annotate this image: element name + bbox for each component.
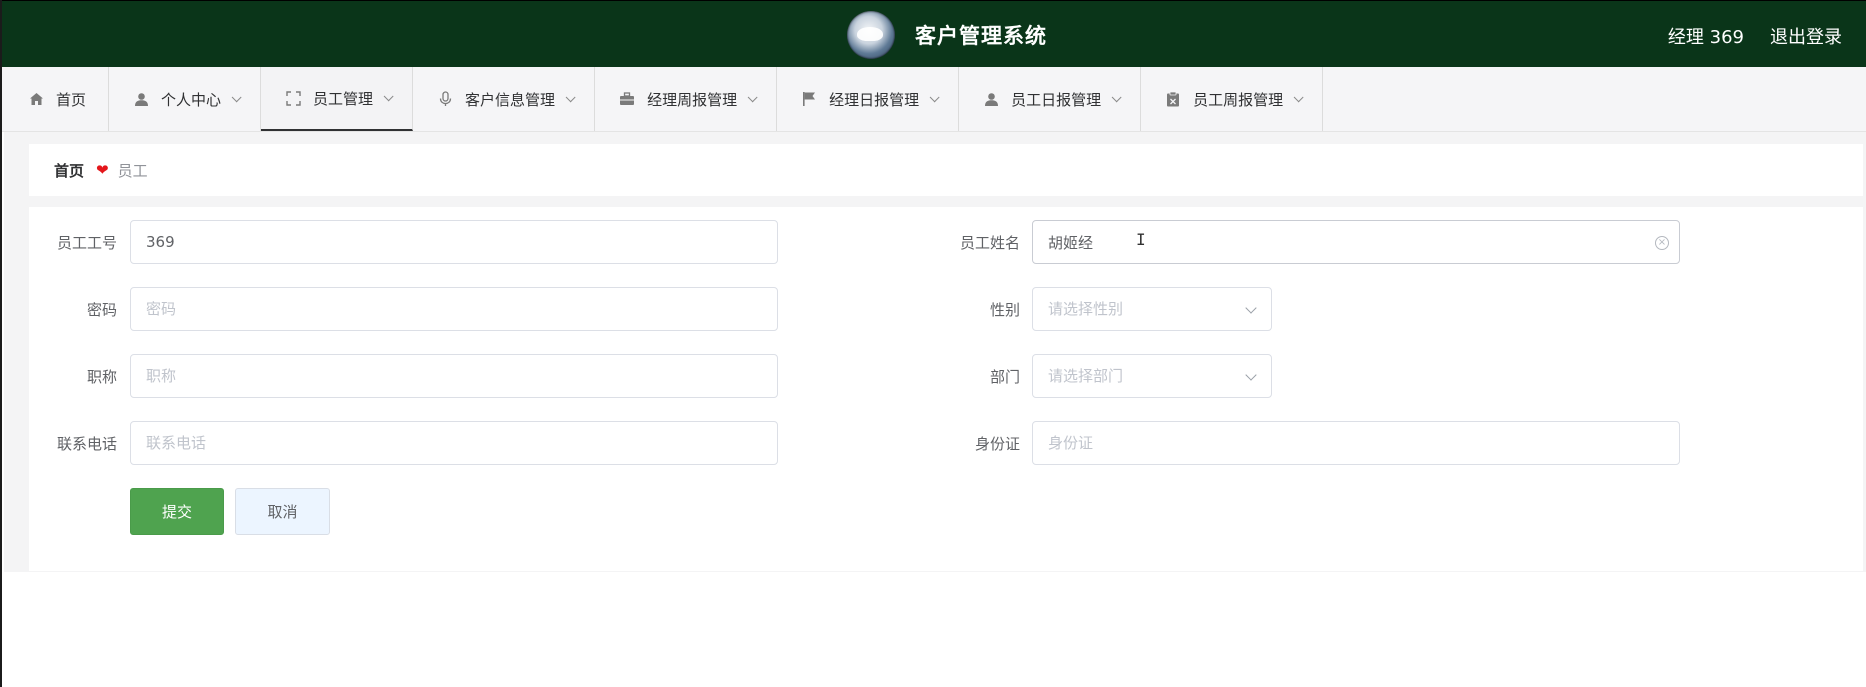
nav-item-manager-daily[interactable]: 经理日报管理 (777, 67, 960, 131)
nav-item-label: 首页 (56, 90, 87, 109)
id-card-label: 身份证 (974, 434, 1020, 453)
user-icon (133, 91, 149, 107)
chevron-down-icon (383, 90, 394, 101)
chevron-down-icon (231, 91, 242, 102)
department-field: 部门 (932, 354, 1272, 398)
main-nav: 首页 个人中心 员工管理 客户信息管理 经理周报管理 经理日报管理 员工日报管理… (2, 67, 1866, 132)
phone-label: 联系电话 (56, 434, 117, 453)
breadcrumb-home[interactable]: 首页 (54, 160, 84, 181)
cancel-button[interactable]: 取消 (235, 488, 330, 535)
chevron-down-icon (929, 91, 940, 102)
flag-icon (801, 91, 817, 107)
nav-item-employee-daily[interactable]: 员工日报管理 (959, 67, 1142, 131)
password-field: 密码 (29, 287, 778, 331)
gender-select-input[interactable] (1048, 300, 1256, 318)
employee-name-input-wrap[interactable]: × (1032, 220, 1680, 264)
phone-field: 联系电话 (29, 421, 778, 465)
briefcase-icon (619, 91, 635, 107)
department-select-input[interactable] (1048, 367, 1256, 385)
gender-select[interactable] (1032, 287, 1272, 331)
employee-no-input-wrap[interactable] (130, 220, 778, 264)
nav-item-label: 经理周报管理 (647, 90, 738, 109)
nav-item-manager-weekly[interactable]: 经理周报管理 (595, 67, 778, 131)
microphone-icon (437, 91, 453, 107)
nav-item-employee-weekly[interactable]: 员工周报管理 (1141, 67, 1324, 131)
job-title-input-wrap[interactable] (130, 354, 778, 398)
id-card-input-wrap[interactable] (1032, 421, 1680, 465)
home-icon (28, 91, 44, 107)
nav-item-label: 经理日报管理 (829, 90, 920, 109)
password-input-wrap[interactable] (130, 287, 778, 331)
job-title-label: 职称 (86, 367, 117, 386)
nav-item-label: 员工管理 (313, 89, 374, 108)
user-icon (983, 91, 999, 107)
employee-name-field: 员工姓名 × (932, 220, 1680, 264)
current-user-label: 经理 369 (1667, 27, 1744, 48)
id-card-field: 身份证 (932, 421, 1680, 465)
app-window: 客户管理系统 经理 369 退出登录 首页 个人中心 员工管理 客户信息管理 经… (0, 0, 1866, 687)
gender-field: 性别 (932, 287, 1272, 331)
employee-name-label: 员工姓名 (959, 233, 1020, 252)
chevron-down-icon (1111, 91, 1122, 102)
employee-no-input[interactable] (146, 233, 762, 251)
app-title: 客户管理系统 (915, 24, 1047, 48)
department-label: 部门 (989, 367, 1020, 386)
nav-item-employee-management[interactable]: 员工管理 (261, 67, 414, 131)
nav-item-label: 员工日报管理 (1011, 90, 1102, 109)
nav-item-customer-info[interactable]: 客户信息管理 (413, 67, 596, 131)
chevron-down-icon (747, 91, 758, 102)
clear-icon[interactable]: × (1655, 236, 1669, 250)
text-cursor-icon: I (1136, 230, 1146, 249)
employee-no-label: 员工工号 (56, 233, 117, 252)
nav-item-label: 个人中心 (161, 90, 222, 109)
nav-item-personal-center[interactable]: 个人中心 (109, 67, 262, 131)
submit-button[interactable]: 提交 (130, 488, 224, 535)
heart-icon: ❤ (96, 161, 109, 179)
nav-item-label: 客户信息管理 (465, 90, 556, 109)
phone-input[interactable] (146, 434, 762, 452)
gender-label: 性别 (989, 300, 1020, 319)
phone-input-wrap[interactable] (130, 421, 778, 465)
logout-link[interactable]: 退出登录 (1770, 23, 1842, 49)
clipboard-icon (1165, 91, 1181, 107)
job-title-field: 职称 (29, 354, 778, 398)
chevron-down-icon (565, 91, 576, 102)
chevron-down-icon (1293, 91, 1304, 102)
employee-no-field: 员工工号 (29, 220, 778, 264)
nav-item-label: 员工周报管理 (1193, 90, 1284, 109)
id-card-input[interactable] (1048, 434, 1664, 452)
job-title-input[interactable] (146, 367, 762, 385)
password-label: 密码 (86, 300, 117, 319)
department-select[interactable] (1032, 354, 1272, 398)
user-info: 经理 369 退出登录 (1668, 23, 1842, 49)
brand: 客户管理系统 (847, 11, 1047, 59)
nav-item-home[interactable]: 首页 (2, 67, 110, 131)
breadcrumb-current: 员工 (117, 161, 148, 180)
logo-icon (847, 11, 895, 59)
breadcrumb: 首页 ❤ 员工 (29, 144, 1863, 196)
top-header: 客户管理系统 经理 369 退出登录 (2, 0, 1866, 67)
fullscreen-icon (285, 90, 301, 106)
password-input[interactable] (146, 300, 762, 318)
